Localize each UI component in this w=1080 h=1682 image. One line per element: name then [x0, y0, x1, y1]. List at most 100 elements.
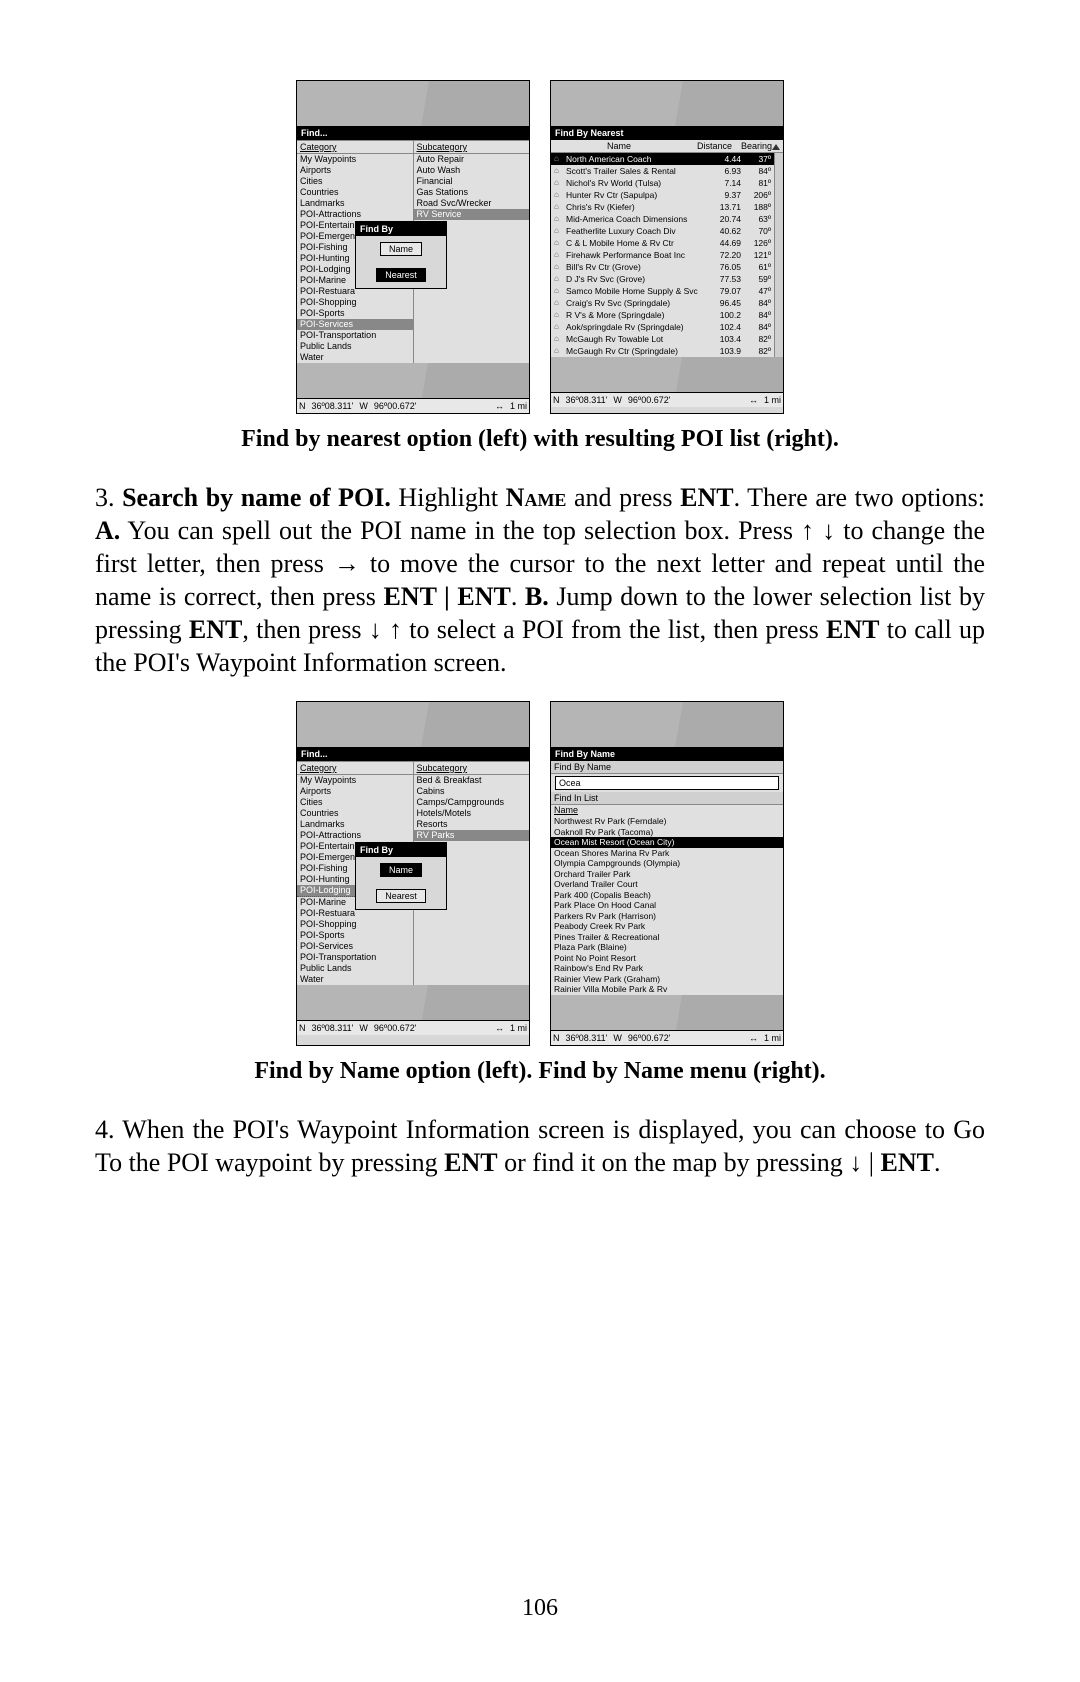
list-item[interactable]: Airports [297, 165, 413, 176]
list-item[interactable]: Park 400 (Copalis Beach) [551, 890, 783, 901]
list-item[interactable]: Public Lands [297, 963, 413, 974]
result-row[interactable]: ⌂Samco Mobile Home Supply & Svc79.0747º [551, 285, 774, 297]
result-row[interactable]: ⌂Scott's Trailer Sales & Rental6.9384º [551, 165, 774, 177]
longitude: 96º00.672' [628, 395, 671, 405]
list-item[interactable]: Gas Stations [414, 187, 530, 198]
lat-hemisphere: N [553, 395, 560, 405]
map-strip [297, 985, 529, 1020]
result-row[interactable]: ⌂R V's & More (Springdale)100.284º [551, 309, 774, 321]
list-item[interactable]: Olympia Campgrounds (Olympia) [551, 858, 783, 869]
list-item[interactable]: POI-Attractions [297, 830, 413, 841]
list-item[interactable]: Parkers Rv Park (Harrison) [551, 911, 783, 922]
list-item[interactable]: Countries [297, 808, 413, 819]
list-item[interactable]: POI-Transportation [297, 952, 413, 963]
name-input[interactable]: Ocea [555, 776, 779, 790]
list-item[interactable]: POI-Sports [297, 930, 413, 941]
nearest-button[interactable]: Nearest [376, 889, 426, 903]
result-row[interactable]: ⌂Craig's Rv Svc (Springdale)96.4584º [551, 297, 774, 309]
step-number: 4. [95, 1115, 122, 1144]
list-item[interactable]: My Waypoints [297, 775, 413, 786]
list-item[interactable]: Overland Trailer Court [551, 879, 783, 890]
name-button[interactable]: Name [380, 863, 422, 877]
result-row[interactable]: ⌂Bill's Rv Ctr (Grove)76.0561º [551, 261, 774, 273]
lon-hemisphere: W [359, 1023, 368, 1033]
result-row[interactable]: ⌂McGaugh Rv Ctr (Springdale)103.982º [551, 345, 774, 357]
list-item[interactable]: Countries [297, 187, 413, 198]
list-item[interactable]: RV Parks [414, 830, 530, 841]
list-item[interactable]: Financial [414, 176, 530, 187]
list-item[interactable]: POI-Attractions [297, 209, 413, 220]
list-item[interactable]: Northwest Rv Park (Ferndale) [551, 816, 783, 827]
result-row[interactable]: ⌂C & L Mobile Home & Rv Ctr44.69126º [551, 237, 774, 249]
list-item[interactable]: Road Svc/Wrecker [414, 198, 530, 209]
list-item[interactable]: Public Lands [297, 341, 413, 352]
col-name: Name [551, 805, 783, 816]
result-row[interactable]: ⌂Mid-America Coach Dimensions20.7463º [551, 213, 774, 225]
list-item[interactable]: Landmarks [297, 198, 413, 209]
list-item[interactable]: Water [297, 974, 413, 985]
map-strip [551, 995, 783, 1030]
status-bar: N 36º08.311' W 96º00.672' ↔ 1 mi [297, 398, 529, 413]
list-item[interactable]: Resorts [414, 819, 530, 830]
map-strip [297, 363, 529, 398]
list-item[interactable]: Water [297, 352, 413, 363]
popup-title: Find By [356, 843, 446, 857]
result-row[interactable]: ⌂Featherlite Luxury Coach Div40.6270º [551, 225, 774, 237]
findby-popup: Find By Name Nearest [355, 221, 447, 289]
list-item[interactable]: Landmarks [297, 819, 413, 830]
list-item[interactable]: RV Service [414, 209, 530, 220]
list-item[interactable]: Bed & Breakfast [414, 775, 530, 786]
list-item[interactable]: POI-Shopping [297, 297, 413, 308]
scroll-up-icon[interactable] [772, 141, 780, 151]
list-item[interactable]: Park Place On Hood Canal [551, 900, 783, 911]
lat-hemisphere: N [299, 1023, 306, 1033]
nearest-button[interactable]: Nearest [376, 268, 426, 282]
list-item[interactable]: POI-Transportation [297, 330, 413, 341]
list-item[interactable]: POI-Services [297, 319, 413, 330]
poi-icon: ⌂ [554, 201, 566, 213]
list-item[interactable]: POI-Shopping [297, 919, 413, 930]
name-button[interactable]: Name [380, 242, 422, 256]
list-item[interactable]: POI-Sports [297, 308, 413, 319]
arrows-icon: ↔ [495, 1023, 504, 1033]
list-item[interactable]: Orchard Trailer Park [551, 869, 783, 880]
list-item[interactable]: Point No Point Resort [551, 953, 783, 964]
device-b-right: Find By Name Find By Name Ocea Find In L… [550, 701, 784, 1046]
list-item[interactable]: Auto Wash [414, 165, 530, 176]
poi-icon: ⌂ [554, 273, 566, 285]
window-title: Find By Name [551, 747, 783, 761]
result-row[interactable]: ⌂McGaugh Rv Towable Lot103.482º [551, 333, 774, 345]
result-row[interactable]: ⌂Nichol's Rv World (Tulsa)7.1481º [551, 177, 774, 189]
ent-key: ENT [826, 615, 879, 644]
result-row[interactable]: ⌂Aok/springdale Rv (Springdale)102.484º [551, 321, 774, 333]
list-item[interactable]: Cabins [414, 786, 530, 797]
list-item[interactable]: Peabody Creek Rv Park [551, 921, 783, 932]
scrollbar[interactable] [774, 153, 783, 357]
list-item[interactable]: Camps/Campgrounds [414, 797, 530, 808]
list-item[interactable]: Hotels/Motels [414, 808, 530, 819]
latitude: 36º08.311' [312, 401, 354, 411]
list-item[interactable]: Plaza Park (Blaine) [551, 942, 783, 953]
result-row[interactable]: ⌂North American Coach4.4437º [551, 153, 774, 165]
list-item[interactable]: Cities [297, 797, 413, 808]
list-item[interactable]: Rainier View Park (Graham) [551, 974, 783, 985]
list-item[interactable]: Rainier Villa Mobile Park & Rv [551, 984, 783, 995]
popup-title: Find By [356, 222, 446, 236]
list-item[interactable]: Cities [297, 176, 413, 187]
list-item[interactable]: My Waypoints [297, 154, 413, 165]
result-row[interactable]: ⌂D J's Rv Svc (Grove)77.5359º [551, 273, 774, 285]
list-item[interactable]: POI-Services [297, 941, 413, 952]
lon-hemisphere: W [613, 395, 622, 405]
result-row[interactable]: ⌂Hunter Rv Ctr (Sapulpa)9.37206º [551, 189, 774, 201]
scale-label: 1 mi [510, 1023, 527, 1033]
list-item[interactable]: Auto Repair [414, 154, 530, 165]
result-row[interactable]: ⌂Firehawk Performance Boat Inc72.20121º [551, 249, 774, 261]
list-item[interactable]: Airports [297, 786, 413, 797]
result-row[interactable]: ⌂Chris's Rv (Kiefer)13.71188º [551, 201, 774, 213]
list-item[interactable]: Pines Trailer & Recreational [551, 932, 783, 943]
list-item[interactable]: Ocean Shores Marina Rv Park [551, 848, 783, 859]
subcategory-header: Subcategory [414, 141, 530, 154]
list-item[interactable]: Rainbow's End Rv Park [551, 963, 783, 974]
list-item[interactable]: Oaknoll Rv Park (Tacoma) [551, 827, 783, 838]
list-item[interactable]: Ocean Mist Resort (Ocean City) [551, 837, 783, 848]
